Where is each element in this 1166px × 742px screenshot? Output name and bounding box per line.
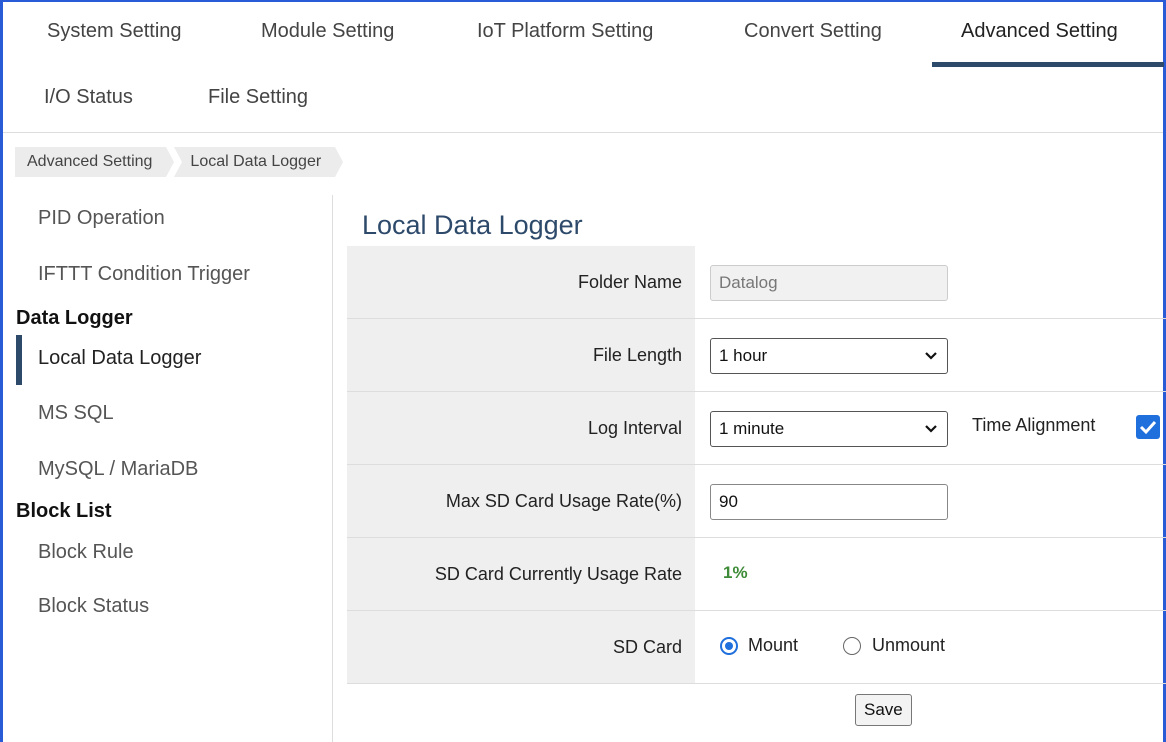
log-interval-label: Log Interval (347, 392, 695, 464)
checkmark-icon (1139, 420, 1157, 435)
chevron-down-icon (925, 425, 937, 433)
sidebar-section-data-logger: Data Logger (16, 307, 133, 329)
top-tabs-row-2: I/O Status File Setting (3, 68, 1163, 132)
mount-label: Mount (748, 635, 799, 655)
save-button[interactable]: Save (855, 694, 912, 726)
sidebar-item-block-rule[interactable]: Block Rule (38, 541, 134, 564)
sidebar-item-block-status[interactable]: Block Status (38, 595, 149, 618)
sd-card-label: SD Card (347, 611, 695, 683)
sidebar-section-block-list: Block List (16, 500, 112, 522)
tabs-divider (3, 132, 1163, 133)
current-usage-label: SD Card Currently Usage Rate (347, 538, 695, 610)
max-usage-field[interactable] (710, 484, 948, 520)
row-sd-card: SD Card Mount Unmount (347, 611, 1166, 684)
tab-advanced-setting[interactable]: Advanced Setting (961, 20, 1118, 43)
file-length-value: 1 hour (719, 346, 768, 365)
sidebar: PID Operation IFTTT Condition Trigger Da… (3, 195, 333, 742)
log-interval-select[interactable]: 1 minute (710, 411, 948, 447)
tab-convert-setting[interactable]: Convert Setting (744, 20, 882, 43)
sidebar-item-ifttt-condition-trigger[interactable]: IFTTT Condition Trigger (38, 263, 250, 286)
tab-io-status[interactable]: I/O Status (44, 86, 133, 109)
tab-module-setting[interactable]: Module Setting (261, 20, 394, 43)
sidebar-item-ms-sql[interactable]: MS SQL (38, 402, 114, 425)
row-file-length: File Length 1 hour (347, 319, 1166, 392)
row-save: Save (347, 684, 1166, 738)
tab-file-setting[interactable]: File Setting (208, 86, 308, 109)
row-folder-name: Folder Name (347, 246, 1166, 319)
sidebar-item-pid-operation[interactable]: PID Operation (38, 207, 165, 230)
settings-table: Folder Name File Length 1 hour Log Inter… (347, 246, 1166, 738)
sidebar-active-indicator (16, 335, 22, 385)
folder-name-label: Folder Name (347, 246, 695, 318)
sidebar-item-local-data-logger[interactable]: Local Data Logger (38, 347, 201, 370)
chevron-down-icon (925, 352, 937, 360)
tab-iot-platform-setting[interactable]: IoT Platform Setting (477, 20, 653, 43)
current-usage-value: 1% (723, 563, 748, 582)
folder-name-field[interactable] (710, 265, 948, 301)
breadcrumb-local-data-logger[interactable]: Local Data Logger (174, 147, 343, 177)
row-log-interval: Log Interval 1 minute Time Alignment (347, 392, 1166, 465)
unmount-radio[interactable] (843, 637, 861, 655)
breadcrumb: Advanced Setting Local Data Logger (15, 147, 343, 177)
file-length-label: File Length (347, 319, 695, 391)
time-alignment-label: Time Alignment (972, 415, 1096, 435)
mount-radio[interactable] (720, 637, 738, 655)
sidebar-item-mysql-mariadb[interactable]: MySQL / MariaDB (38, 458, 198, 481)
max-usage-label: Max SD Card Usage Rate(%) (347, 465, 695, 537)
tab-system-setting[interactable]: System Setting (47, 20, 182, 43)
unmount-label: Unmount (872, 635, 946, 655)
top-tabs-row-1: System Setting Module Setting IoT Platfo… (3, 0, 1163, 68)
log-interval-value: 1 minute (719, 419, 785, 438)
row-max-usage: Max SD Card Usage Rate(%) (347, 465, 1166, 538)
breadcrumb-advanced-setting[interactable]: Advanced Setting (15, 147, 175, 177)
time-alignment-checkbox[interactable] (1136, 415, 1160, 439)
page-title: Local Data Logger (362, 210, 583, 240)
file-length-select[interactable]: 1 hour (710, 338, 948, 374)
active-tab-indicator (932, 62, 1164, 67)
row-current-usage: SD Card Currently Usage Rate 1% (347, 538, 1166, 611)
